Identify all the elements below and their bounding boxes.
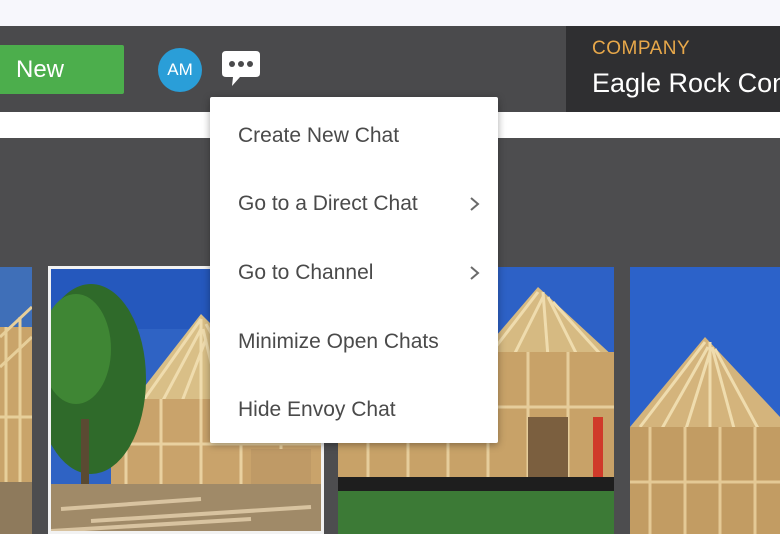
menu-item-create-new-chat[interactable]: Create New Chat: [210, 102, 498, 170]
chevron-right-icon: [470, 197, 480, 211]
menu-item-go-to-channel[interactable]: Go to Channel: [210, 239, 498, 307]
menu-item-go-to-direct-chat[interactable]: Go to a Direct Chat: [210, 170, 498, 238]
chat-dropdown-menu: Create New Chat Go to a Direct Chat Go t…: [210, 97, 498, 443]
photo-thumbnail[interactable]: [630, 267, 780, 534]
menu-item-label: Create New Chat: [238, 124, 400, 147]
menu-item-label: Go to Channel: [238, 261, 374, 284]
menu-item-label: Hide Envoy Chat: [238, 398, 396, 421]
menu-item-hide-envoy-chat[interactable]: Hide Envoy Chat: [210, 376, 498, 444]
company-name: Eagle Rock Con: [592, 68, 780, 98]
company-panel[interactable]: COMPANY Eagle Rock Con: [566, 26, 780, 112]
user-avatar[interactable]: AM: [158, 48, 202, 92]
chat-bubble-ellipsis-icon[interactable]: [220, 48, 262, 92]
photo-thumbnail[interactable]: [0, 267, 32, 534]
menu-item-minimize-open-chats[interactable]: Minimize Open Chats: [210, 308, 498, 376]
chevron-right-icon: [470, 266, 480, 280]
menu-item-label: Minimize Open Chats: [238, 330, 439, 353]
company-label: COMPANY: [592, 38, 691, 59]
new-button[interactable]: New: [0, 45, 124, 94]
top-strip: [0, 0, 780, 26]
menu-item-label: Go to a Direct Chat: [238, 192, 418, 215]
